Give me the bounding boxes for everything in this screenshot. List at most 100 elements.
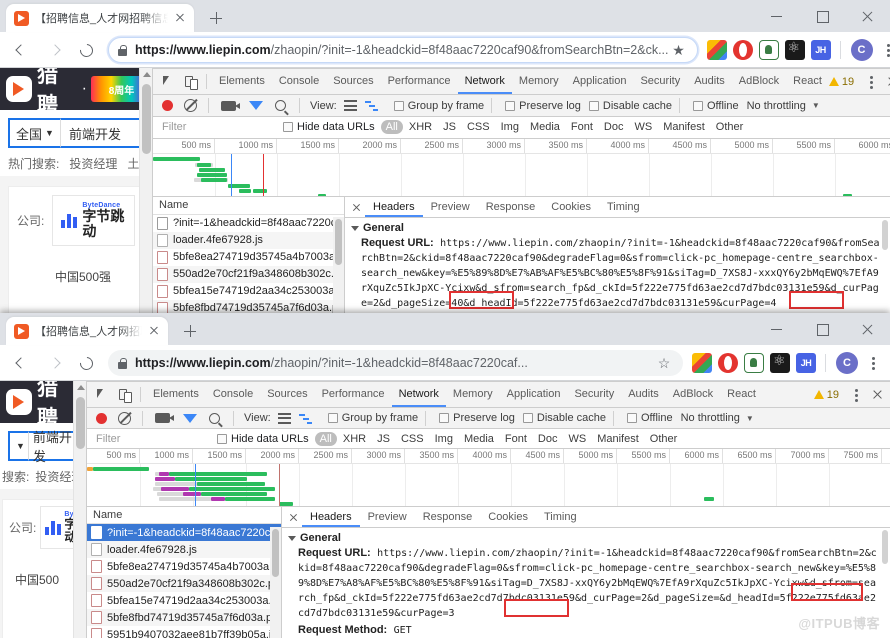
filter-type-doc[interactable]: Doc	[533, 432, 563, 446]
filter-type-manifest[interactable]: Manifest	[592, 432, 644, 446]
tab-application[interactable]: Application	[500, 382, 568, 407]
tab-response[interactable]: Response	[415, 507, 481, 527]
search-keyword-input[interactable]: 前端开发	[27, 430, 78, 464]
request-list-scrollbar[interactable]	[270, 527, 281, 638]
view-waterfall-icon[interactable]	[298, 413, 312, 424]
bookmark-star-icon[interactable]: ★	[669, 43, 689, 57]
network-overview-top[interactable]: 500 ms 1000 ms 1500 ms 2000 ms 2500 ms 3…	[153, 138, 890, 198]
scroll-up-arrow-icon[interactable]	[77, 385, 85, 390]
page-scrollbar-thumb[interactable]	[142, 84, 151, 154]
request-list-scrollbar[interactable]	[333, 217, 344, 320]
page-scrollbar-top[interactable]	[139, 68, 152, 320]
address-bar[interactable]: https://www.liepin.com/zhaopin/?init=-1&…	[108, 36, 698, 63]
filter-type-ws[interactable]: WS	[563, 432, 591, 446]
bookmark-star-icon[interactable]: ☆	[654, 356, 674, 370]
list-item[interactable]: 5bfe8ea274719d35745a4b7003a.png	[87, 558, 281, 575]
minimize-button[interactable]	[755, 313, 800, 345]
list-item[interactable]: 5bfea15e74719d2aa34c253003a.png	[153, 283, 344, 300]
chrome-menu-icon[interactable]	[877, 39, 890, 61]
devtools-menu-icon[interactable]	[860, 71, 882, 93]
list-item[interactable]: 5bfea15e74719d2aa34c253003a.png	[87, 592, 281, 609]
hot-search-item-0[interactable]: 投资经理	[69, 155, 117, 172]
tab-preview[interactable]: Preview	[360, 507, 415, 527]
offline-checkbox[interactable]: Offline	[687, 100, 739, 112]
view-waterfall-icon[interactable]	[364, 100, 378, 112]
tab-timing[interactable]: Timing	[599, 197, 648, 217]
funnel-icon[interactable]	[249, 101, 263, 111]
tab-memory[interactable]: Memory	[512, 69, 566, 94]
detail-scrollbar[interactable]	[880, 218, 890, 320]
back-button[interactable]	[8, 349, 36, 377]
disable-cache-checkbox[interactable]: Disable cache	[517, 412, 606, 424]
filter-type-css[interactable]: CSS	[462, 120, 495, 134]
opera-icon[interactable]	[718, 352, 738, 373]
google-photos-icon[interactable]	[692, 352, 712, 373]
profile-avatar[interactable]: C	[836, 351, 858, 374]
back-button[interactable]	[8, 36, 36, 64]
chrome-menu-icon[interactable]	[862, 352, 884, 374]
devtools-close-icon[interactable]	[882, 72, 890, 92]
throttling-select[interactable]: No throttling ▼	[681, 412, 754, 424]
close-detail-icon[interactable]	[284, 508, 302, 526]
tab-cookies[interactable]: Cookies	[543, 197, 599, 217]
tab-adblock[interactable]: AdBlock	[666, 382, 720, 407]
view-list-icon[interactable]	[343, 100, 357, 112]
new-tab-button[interactable]	[176, 317, 204, 345]
close-detail-icon[interactable]	[347, 198, 365, 216]
overview-waterfall-top[interactable]	[153, 153, 890, 197]
ghostery-icon[interactable]	[744, 352, 764, 373]
group-by-frame-checkbox[interactable]: Group by frame	[388, 100, 484, 112]
minimize-button[interactable]	[755, 0, 800, 32]
tab-audits[interactable]: Audits	[687, 69, 732, 94]
tab-cookies[interactable]: Cookies	[480, 507, 536, 527]
city-selector[interactable]: ▼	[8, 431, 28, 461]
preserve-log-checkbox[interactable]: Preserve log	[433, 412, 515, 424]
search-icon[interactable]	[209, 412, 220, 424]
page-scrollbar-bottom[interactable]	[73, 381, 86, 638]
close-window-button[interactable]	[845, 313, 890, 345]
filter-type-css[interactable]: CSS	[396, 432, 429, 446]
disable-cache-checkbox[interactable]: Disable cache	[583, 100, 672, 112]
maximize-button[interactable]	[800, 313, 845, 345]
filter-type-xhr[interactable]: XHR	[404, 120, 437, 134]
tab-console[interactable]: Console	[206, 382, 260, 407]
filter-type-font[interactable]: Font	[566, 120, 598, 134]
filter-input[interactable]: Filter	[157, 118, 277, 136]
request-rows-bottom[interactable]: ?init=-1&headckid=8f48aac7220caf90… load…	[87, 524, 281, 638]
filter-type-other[interactable]: Other	[645, 432, 683, 446]
google-photos-icon[interactable]	[706, 39, 727, 60]
camera-icon[interactable]	[221, 100, 240, 111]
tab-performance[interactable]: Performance	[381, 69, 458, 94]
tab-timing[interactable]: Timing	[536, 507, 585, 527]
record-icon[interactable]	[162, 100, 173, 112]
filter-type-xhr[interactable]: XHR	[338, 432, 371, 446]
filter-type-all[interactable]: All	[380, 120, 403, 135]
devtools-menu-icon[interactable]	[845, 384, 867, 406]
tab-audits[interactable]: Audits	[621, 382, 666, 407]
filter-type-other[interactable]: Other	[711, 120, 749, 134]
list-item[interactable]: 5bfe8ea274719d35745a4b7003a.png	[153, 249, 344, 266]
tab-headers[interactable]: Headers	[302, 507, 360, 528]
tab-memory[interactable]: Memory	[446, 382, 500, 407]
search-keyword-input[interactable]: 前端开发	[59, 118, 144, 148]
hot-search-item-1[interactable]: 土	[127, 155, 139, 172]
group-by-frame-checkbox[interactable]: Group by frame	[322, 412, 418, 424]
hide-data-urls-checkbox[interactable]: Hide data URLs	[211, 433, 309, 445]
general-section-header[interactable]: General	[345, 222, 890, 234]
device-toolbar-icon[interactable]	[179, 71, 201, 93]
network-overview-bottom[interactable]: 500 ms 1000 ms 1500 ms 2000 ms 2500 ms 3…	[87, 449, 890, 508]
device-toolbar-icon[interactable]	[113, 384, 135, 406]
clear-icon[interactable]	[184, 99, 197, 113]
tab-preview[interactable]: Preview	[423, 197, 478, 217]
detail-scrollbar[interactable]	[880, 528, 890, 638]
maximize-button[interactable]	[800, 0, 845, 32]
close-icon[interactable]	[172, 10, 188, 26]
offline-checkbox[interactable]: Offline	[621, 412, 673, 424]
list-item[interactable]: ?init=-1&headckid=8f48aac7220caf90…	[87, 524, 281, 542]
filter-type-doc[interactable]: Doc	[599, 120, 629, 134]
tab-performance[interactable]: Performance	[315, 382, 392, 407]
jh-extension-icon[interactable]: JH	[810, 39, 831, 60]
reload-button[interactable]	[72, 349, 100, 377]
clear-icon[interactable]	[118, 411, 131, 425]
inspect-element-icon[interactable]	[91, 384, 113, 406]
